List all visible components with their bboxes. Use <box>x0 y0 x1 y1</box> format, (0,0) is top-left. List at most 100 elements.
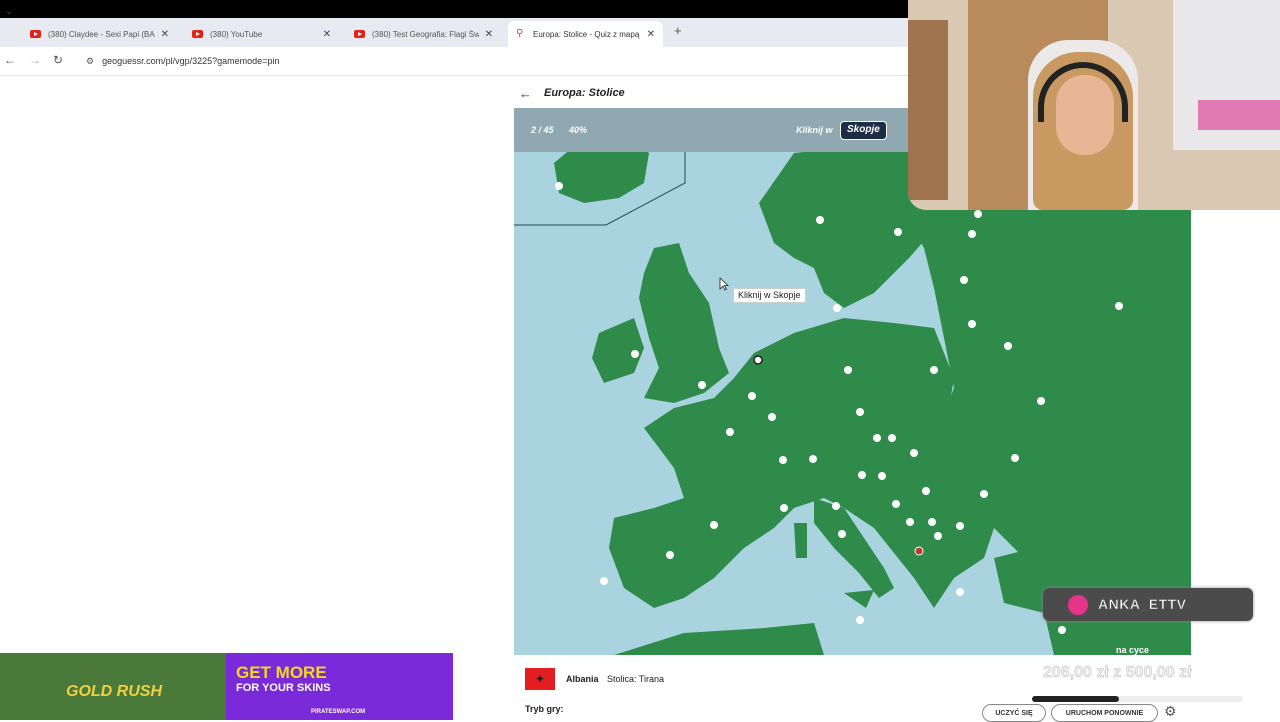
capital-marker-berlin <box>844 366 852 374</box>
webcam-overlay <box>908 0 1280 210</box>
cursor-tooltip: Kliknij w Skopje <box>733 288 806 303</box>
streamer-name-badge: ANKA_ETTV <box>1043 588 1253 621</box>
capital-marker-ankara <box>1058 626 1066 634</box>
close-icon[interactable]: ✕ <box>323 29 331 40</box>
learn-button[interactable]: UCZYĆ SIĘ <box>982 704 1046 722</box>
capital-marker-belgrade <box>922 487 930 495</box>
country-name: Albania <box>566 674 599 684</box>
capital-marker-warsaw <box>930 366 938 374</box>
url-text: geoguessr.com/pl/vgp/3225?gamemode=pin <box>102 56 280 66</box>
url-bar[interactable]: ⚙ geoguessr.com/pl/vgp/3225?gamemode=pin <box>80 51 910 71</box>
close-icon[interactable]: ✕ <box>647 29 655 40</box>
quiz-title: Europa: Stolice <box>544 87 625 99</box>
capital-marker-rome <box>838 530 846 538</box>
great-britain[interactable] <box>639 243 729 403</box>
site-settings-icon[interactable]: ⚙ <box>86 56 94 67</box>
capital-marker-athens <box>956 588 964 596</box>
capital-marker-moscow <box>1115 302 1123 310</box>
north-africa[interactable] <box>614 623 824 655</box>
tab-label: (380) Claydee - Sexi Papi (BALD <box>48 29 155 39</box>
capital-name: Stolica: Tirana <box>607 674 665 684</box>
capital-marker-stockholm <box>894 228 902 236</box>
capital-marker-paris <box>726 428 734 436</box>
forward-arrow-icon[interactable]: → <box>29 53 41 67</box>
capital-marker-kyiv <box>1037 397 1045 405</box>
score-percent: 40% <box>569 125 588 135</box>
capital-marker-ljubljana <box>858 471 866 479</box>
restart-button[interactable]: URUCHOM PONOWNIE <box>1051 704 1158 722</box>
tab-label: (380) Test Geografia: Flagi Świa <box>372 29 479 39</box>
capital-marker-sofia <box>956 522 964 530</box>
reload-icon[interactable]: ↻ <box>53 53 63 67</box>
capital-marker-helsinki <box>974 210 982 218</box>
gear-icon[interactable]: ⚙ <box>1164 703 1177 720</box>
capital-marker-skopje <box>934 532 942 540</box>
capital-marker-brussels <box>748 392 756 400</box>
capital-marker-vienna <box>873 434 881 442</box>
twitch-heart-icon <box>1068 595 1088 615</box>
youtube-icon <box>192 30 203 38</box>
pirateswap-ad[interactable]: GET MORE FOR YOUR SKINS PIRATESWAP.COM <box>226 653 453 720</box>
target-city-badge: Skopje <box>840 121 887 140</box>
tab-youtube[interactable]: (380) YouTube ✕ <box>184 21 339 47</box>
capital-marker-madrid <box>666 551 674 559</box>
capital-marker-tallinn <box>968 230 976 238</box>
capital-marker-bucharest <box>980 490 988 498</box>
capital-marker-bern <box>779 456 787 464</box>
donation-goal-text: 206,00 zł z 500,00 zł <box>1043 664 1192 682</box>
close-icon[interactable]: ✕ <box>161 29 169 40</box>
tab-label: Europa: Stolice - Quiz z mapą - <box>533 29 641 39</box>
capital-marker-minsk <box>1004 342 1012 350</box>
gold-rush-ad[interactable]: GOLD RUSH <box>0 653 226 720</box>
capital-marker-riga <box>960 276 968 284</box>
capital-marker-copenhagen <box>833 304 841 312</box>
albania-flag-icon: ✦ <box>525 668 555 690</box>
donation-progress-fill <box>1032 696 1119 702</box>
tab-europa-stolice[interactable]: ⚲ Europa: Stolice - Quiz z mapą - ✕ <box>508 21 663 47</box>
capital-marker-zagreb <box>878 472 886 480</box>
tab-label: (380) YouTube <box>210 29 263 39</box>
capital-marker-london <box>698 381 706 389</box>
capital-marker-reykjavik <box>555 182 563 190</box>
capital-marker-oslo <box>816 216 824 224</box>
question-counter: 2 / 45 <box>531 125 554 135</box>
ad-banner[interactable]: GOLD RUSH GET MORE FOR YOUR SKINS PIRATE… <box>0 653 453 720</box>
webcam-light <box>1198 100 1280 130</box>
mouse-cursor-icon <box>719 277 729 291</box>
capital-marker-pristina <box>928 518 936 526</box>
new-tab-plus-icon[interactable]: + <box>674 23 682 38</box>
capital-marker-bratislava <box>888 434 896 442</box>
sicily[interactable] <box>844 590 874 608</box>
capital-marker-podgorica <box>906 518 914 526</box>
tab-search-chevron-icon[interactable]: ⌄ <box>2 6 16 22</box>
ad-headline: GET MORE <box>236 663 327 682</box>
donation-caption: na cyce <box>1116 645 1150 655</box>
capital-marker-chisinau <box>1011 454 1019 462</box>
gold-rush-ad-text: GOLD RUSH <box>66 683 162 700</box>
capital-marker-tirana-answered <box>914 546 924 556</box>
ad-brand: PIRATESWAP.COM <box>311 709 366 715</box>
game-mode-label: Tryb gry: <box>525 704 564 714</box>
youtube-icon <box>354 30 365 38</box>
capital-marker-valletta <box>856 616 864 624</box>
location-pin-icon: ⚲ <box>516 28 524 39</box>
capital-marker-vilnius <box>968 320 976 328</box>
back-arrow-icon[interactable]: ← <box>4 53 16 67</box>
sardinia[interactable] <box>794 523 807 558</box>
capital-marker-budapest <box>910 449 918 457</box>
youtube-icon <box>30 30 41 38</box>
capital-marker-san-marino <box>832 502 840 510</box>
capital-marker-lisbon <box>600 577 608 585</box>
capital-marker-monaco <box>780 504 788 512</box>
close-icon[interactable]: ✕ <box>485 29 493 40</box>
tab-claydee[interactable]: (380) Claydee - Sexi Papi (BALD ✕ <box>22 21 177 47</box>
capital-marker-sarajevo <box>892 500 900 508</box>
tab-test-geografia[interactable]: (380) Test Geografia: Flagi Świa ✕ <box>346 21 501 47</box>
capital-marker-prague <box>856 408 864 416</box>
capital-marker-vaduz <box>809 455 817 463</box>
streamer-name: ANKA_ETTV <box>1098 596 1187 613</box>
ad-subline: FOR YOUR SKINS <box>236 682 331 694</box>
webcam-shelf <box>908 20 948 200</box>
capital-marker-amsterdam <box>753 355 763 365</box>
quiz-back-arrow-icon[interactable]: ← <box>519 86 532 101</box>
